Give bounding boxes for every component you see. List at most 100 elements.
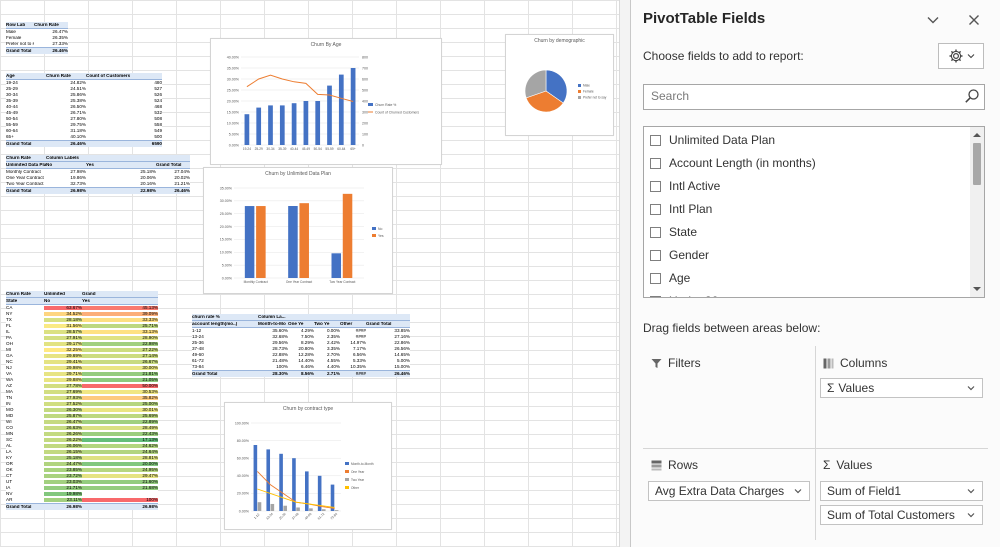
cell-value: 25.69%	[82, 413, 158, 419]
field-item[interactable]: State	[650, 222, 697, 242]
cell-value: 23.03%	[44, 479, 82, 485]
scroll-up-icon[interactable]	[970, 129, 984, 141]
field-checkbox[interactable]	[650, 272, 661, 284]
search-input[interactable]	[651, 88, 951, 104]
row-label: 60-64	[6, 128, 18, 133]
cell-value: 4.29%	[300, 328, 314, 333]
field-checkbox[interactable]	[650, 249, 661, 261]
field-checkbox[interactable]	[650, 226, 661, 238]
filters-area[interactable]: Filters	[651, 356, 811, 444]
table-row: AL 26.06% 24.62%	[6, 443, 158, 449]
sheet-scrollbar[interactable]	[619, 0, 630, 547]
cell-value: 15.00%	[394, 364, 410, 369]
columns-icon	[823, 358, 834, 368]
field-label: Avg Extra Data Charges	[655, 484, 785, 498]
values-field-2[interactable]: Sum of Total Customers	[820, 505, 983, 525]
row-label: FL	[6, 323, 12, 328]
bar	[256, 107, 262, 145]
values-field-1[interactable]: Sum of Field1	[820, 481, 983, 501]
chart-churn-by-contract-type[interactable]: Churn by contract type 0.00% 20.00% 40.00%…	[224, 402, 392, 530]
field-checkbox[interactable]	[650, 134, 661, 146]
table-row: MI 32.25% 27.22%	[6, 347, 158, 353]
legend-swatch	[578, 96, 581, 99]
cell-value: 6.46%	[300, 364, 314, 369]
cell-value: 7.50%	[300, 334, 314, 339]
cell-value: 45.13%	[82, 305, 158, 311]
cell-value: 63.67%	[44, 305, 82, 311]
pivot-state-header: Churn Rate Unlimited Grand	[6, 291, 158, 298]
row-label: OH	[6, 341, 13, 346]
cell-value: 8.29%	[300, 340, 314, 345]
chevron-down-icon[interactable]	[966, 382, 976, 394]
cell-value: 26.15%	[44, 449, 82, 455]
field-label: State	[669, 225, 698, 239]
chevron-down-icon[interactable]	[922, 9, 944, 31]
field-item[interactable]: Account Length (in months)	[650, 153, 816, 173]
row-label: LA	[6, 449, 12, 454]
cell-value: 27.14%	[82, 353, 158, 359]
cell-value: 14.65%	[394, 352, 410, 357]
cell-value: 4.55%	[326, 358, 340, 363]
col-header: churn rate %	[192, 314, 220, 319]
total-value: 26.98%	[70, 188, 86, 193]
row-label: 25-36	[192, 340, 204, 345]
total-value: 26.46%	[174, 188, 190, 193]
columns-area[interactable]: Columns	[823, 356, 983, 444]
cell-value: 100%	[82, 497, 158, 503]
x-tick-label: 13-24	[265, 512, 274, 521]
cell-value: 20.00%	[82, 461, 158, 467]
close-icon[interactable]	[963, 9, 985, 31]
search-icon[interactable]	[964, 88, 980, 104]
y-tick-label: 40.00%	[227, 55, 240, 59]
cell-value: 24.82%	[70, 80, 86, 85]
field-item[interactable]: Unlimited Data Plan	[650, 130, 775, 150]
y2-tick-label: 0	[362, 143, 364, 147]
y-tick-label: 5.00%	[222, 263, 233, 267]
cell-value: 10.35%	[350, 364, 366, 369]
field-checkbox[interactable]	[650, 295, 661, 297]
y-tick-label: 35.00%	[227, 66, 240, 70]
table-row: CT 23.72% 29.47%	[6, 473, 158, 479]
chart-churn-by-unlimited-plan[interactable]: Churn by Unlimited Data Plan 0.00% 5.00% 1…	[203, 167, 393, 294]
chevron-down-icon[interactable]	[966, 509, 976, 521]
scrollbar-thumb[interactable]	[973, 143, 981, 185]
bar	[303, 101, 309, 145]
cell-value: 32.25%	[44, 347, 82, 353]
row-label: 50-54	[6, 116, 18, 121]
chart-churn-by-age[interactable]: Churn By Age 0.00% 5.00% 10.00% 15.00% 20.00…	[210, 38, 442, 165]
field-item[interactable]: Age	[650, 268, 690, 288]
field-item[interactable]: Intl Active	[650, 176, 720, 196]
bar	[270, 503, 275, 511]
row-label: 49-60	[192, 352, 204, 357]
field-list-scrollbar[interactable]	[970, 127, 984, 297]
chevron-down-icon[interactable]	[793, 485, 803, 497]
field-item[interactable]: Under 30	[650, 291, 718, 297]
y-tick-label: 60.00%	[237, 457, 250, 461]
scroll-down-icon[interactable]	[970, 283, 984, 295]
field-label: Age	[669, 271, 691, 285]
y2-tick-label: 300	[362, 110, 368, 114]
pivot-age-header: Age Churn Rate Count of Customers	[6, 73, 162, 80]
cell-value: 30.00%	[82, 365, 158, 371]
field-item[interactable]: Gender	[650, 245, 709, 265]
field-item[interactable]: Intl Plan	[650, 199, 712, 219]
worksheet[interactable]: Row Lab Churn Rate Male 26.47% Female 26.35…	[0, 0, 630, 547]
columns-values-field[interactable]: Σ Values	[820, 378, 983, 398]
col-header: Age	[6, 73, 15, 78]
field-checkbox[interactable]	[650, 157, 661, 169]
field-checkbox[interactable]	[650, 180, 661, 192]
row-label: OR	[6, 461, 13, 466]
chevron-down-icon[interactable]	[966, 485, 976, 497]
table-row: 19-24 24.82% 480	[6, 80, 162, 86]
cell-value: 32.68%	[272, 334, 288, 339]
bar	[283, 505, 287, 511]
table-row: 45-49 26.71% 532	[6, 110, 162, 116]
tools-button[interactable]	[938, 43, 984, 69]
rows-field[interactable]: Avg Extra Data Charges	[648, 481, 810, 501]
chart-churn-by-demographic[interactable]: Churn by demographic Male Female Prefer no…	[505, 34, 614, 136]
row-label: OK	[6, 467, 13, 472]
field-checkbox[interactable]	[650, 203, 661, 215]
y-tick-label: 10.00%	[227, 121, 240, 125]
sigma-icon: Σ	[827, 381, 835, 395]
col-header: Unlimited Data Plan	[6, 162, 46, 167]
